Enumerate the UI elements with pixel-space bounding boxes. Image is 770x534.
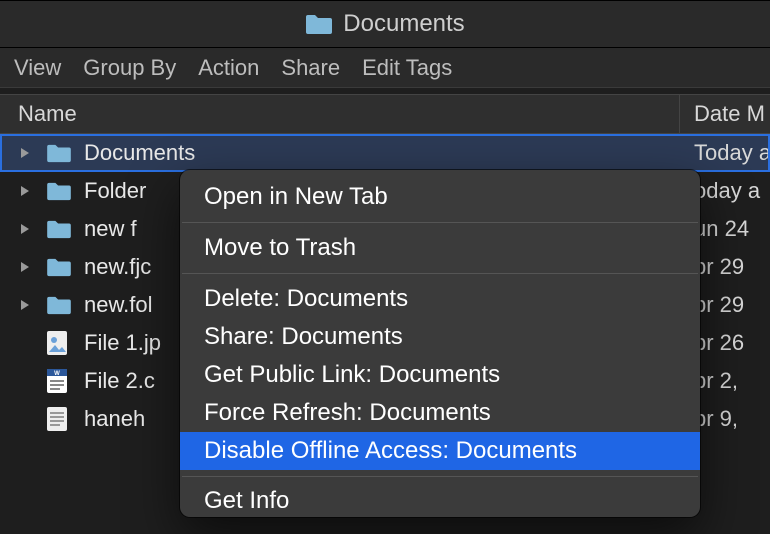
cm-delete[interactable]: Delete: Documents <box>180 280 700 318</box>
folder-icon <box>46 181 74 201</box>
disclosure-triangle-icon[interactable] <box>18 299 32 311</box>
disclosure-triangle-icon[interactable] <box>18 147 32 159</box>
window-title: Documents <box>343 10 464 38</box>
cm-separator <box>182 222 698 223</box>
disclosure-triangle-icon[interactable] <box>18 185 32 197</box>
file-icon <box>46 330 74 356</box>
file-icon <box>46 406 74 432</box>
folder-icon <box>305 13 333 35</box>
cm-separator <box>182 476 698 477</box>
cm-disable-offline[interactable]: Disable Offline Access: Documents <box>180 432 700 470</box>
toolbar-groupby[interactable]: Group By <box>83 55 176 81</box>
toolbar-action[interactable]: Action <box>198 55 259 81</box>
cm-open-new-tab[interactable]: Open in New Tab <box>180 178 700 216</box>
cm-share[interactable]: Share: Documents <box>180 318 700 356</box>
folder-icon <box>46 143 74 163</box>
folder-icon <box>46 219 74 239</box>
toolbar: View Group By Action Share Edit Tags <box>0 48 770 88</box>
svg-text:W: W <box>54 371 60 377</box>
column-header-date[interactable]: Date M <box>680 95 770 133</box>
folder-icon <box>46 257 74 277</box>
cm-public-link[interactable]: Get Public Link: Documents <box>180 356 700 394</box>
file-icon: W <box>46 368 74 394</box>
toolbar-view[interactable]: View <box>14 55 61 81</box>
cm-get-info[interactable]: Get Info <box>180 483 700 509</box>
disclosure-triangle-icon[interactable] <box>18 223 32 235</box>
cm-separator <box>182 273 698 274</box>
toolbar-edittags[interactable]: Edit Tags <box>362 55 452 81</box>
column-header-name[interactable]: Name <box>0 95 680 133</box>
toolbar-share[interactable]: Share <box>281 55 340 81</box>
file-name: Documents <box>84 140 680 166</box>
file-row[interactable]: DocumentsToday a <box>0 134 770 172</box>
file-date: Today a <box>680 140 770 166</box>
cm-move-to-trash[interactable]: Move to Trash <box>180 229 700 267</box>
context-menu: Open in New Tab Move to Trash Delete: Do… <box>180 170 700 517</box>
folder-icon <box>46 295 74 315</box>
cm-force-refresh[interactable]: Force Refresh: Documents <box>180 394 700 432</box>
window-titlebar: Documents <box>0 0 770 48</box>
disclosure-triangle-icon[interactable] <box>18 261 32 273</box>
list-header: Name Date M <box>0 94 770 134</box>
